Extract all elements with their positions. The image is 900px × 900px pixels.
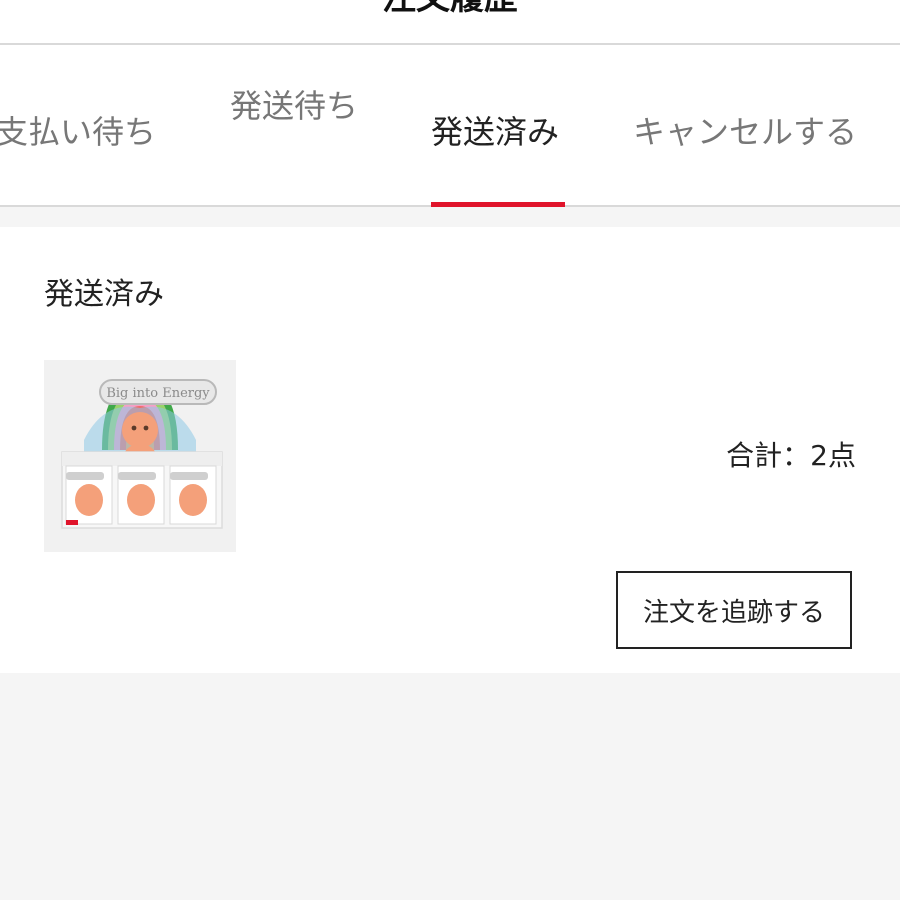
page-title: 注文履歴: [0, 0, 900, 18]
blind-box-case: [61, 451, 223, 529]
tab-awaiting-payment[interactable]: 支払い待ち: [0, 112, 156, 152]
order-card: 発送済み Big into Energy 合計：2点 注文を追跡する: [0, 227, 900, 673]
order-total: 合計：2点: [726, 439, 856, 472]
product-image[interactable]: Big into Energy: [44, 360, 236, 552]
order-status-tabs: 支払い待ち 発送待ち 発送済み キャンセルする: [0, 45, 900, 207]
tab-awaiting-shipment[interactable]: 発送待ち: [230, 86, 358, 126]
logo-text: Big into Energy: [106, 386, 210, 401]
order-status-label: 発送済み: [44, 277, 164, 312]
tab-cancel[interactable]: キャンセルする: [633, 112, 857, 152]
product-illustration: Big into Energy: [61, 379, 223, 529]
header-bar: 注文履歴: [0, 0, 900, 45]
tab-shipped[interactable]: 発送済み: [431, 112, 559, 152]
section-divider: [0, 207, 900, 227]
track-order-button[interactable]: 注文を追跡する: [616, 571, 852, 649]
brand-logo: Big into Energy: [99, 379, 217, 405]
